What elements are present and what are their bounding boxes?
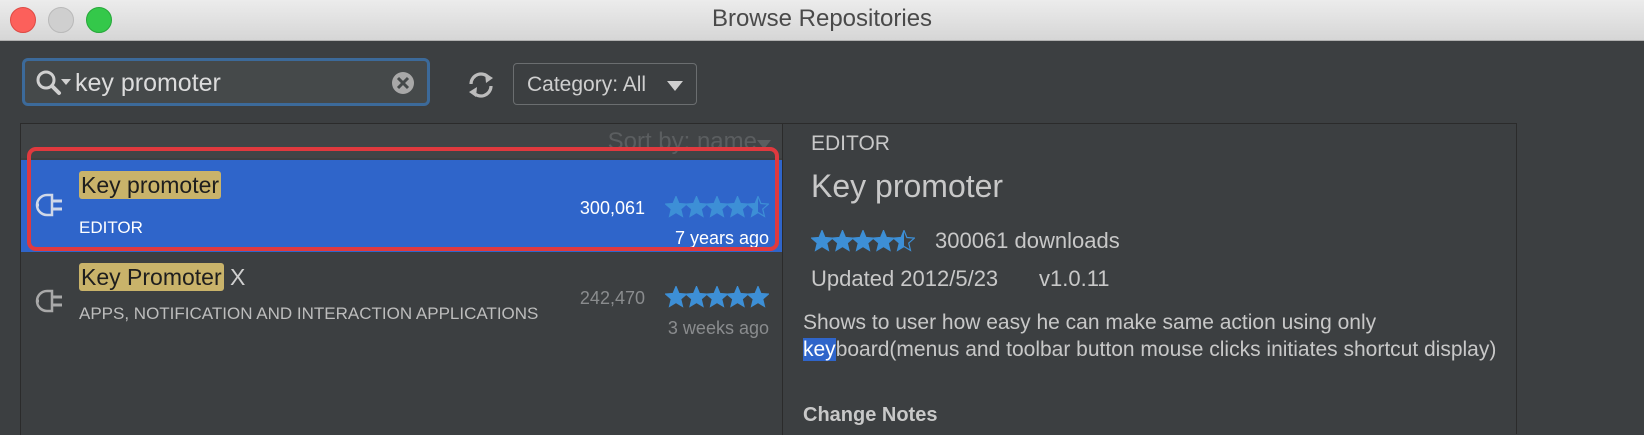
star-icon [832,230,853,251]
star-icon [706,286,728,307]
detail-version: v1.0.11 [1039,266,1110,291]
plugin-category: EDITOR [79,218,143,237]
plugin-icon [35,193,62,217]
search-input[interactable] [73,65,387,101]
plugin-name-rest: X [223,264,246,290]
last-updated: 7 years ago [674,228,769,248]
detail-plugin-name: Key promoter [811,168,1004,204]
plugin-name: Key Promoter X [79,263,246,291]
star-icon [727,196,748,217]
sort-by-label[interactable]: Sort by: name [608,128,757,156]
selected-text[interactable]: key [803,338,836,361]
download-count: 242,470 [579,288,645,308]
download-count: 300,061 [579,198,645,218]
last-updated: 3 weeks ago [667,318,769,338]
detail-updated-date: Updated 2012/5/23 [811,266,999,291]
category-dropdown[interactable]: Category: All [513,63,697,105]
star-icon [665,286,687,307]
detail-description[interactable]: Shows to user how easy he can make same … [803,309,1503,363]
detail-rating-stars [811,230,915,252]
description-line: Shows to user how easy he can make same … [803,311,1377,334]
plugin-list[interactable]: Sort by: name Key promoter EDITOR 300,06… [20,123,783,435]
search-match-highlight: Key Promoter [79,263,224,291]
sort-bar[interactable]: Sort by: name [21,124,783,158]
chevron-down-icon [667,81,683,91]
refresh-icon[interactable] [466,70,496,100]
list-item[interactable]: Key promoter EDITOR 300,061 7 years ago [21,160,783,252]
search-icon[interactable] [35,69,73,97]
plugin-icon [35,289,62,313]
star-icon [727,286,748,307]
star-icon [665,196,687,217]
category-dropdown-label: Category: All [527,73,647,96]
right-panel [1516,123,1644,434]
rating-stars [665,196,769,218]
star-icon [706,196,728,217]
search-match-highlight: Key promoter [79,171,222,199]
change-notes-heading: Change Notes [803,404,938,426]
plugin-category: APPS, NOTIFICATION AND INTERACTION APPLI… [79,304,539,323]
detail-downloads: 300061 downloads [935,228,1120,253]
rating-stars [665,286,769,308]
title-bar: Browse Repositories [0,0,1644,41]
star-icon [686,196,707,217]
clear-search-icon[interactable] [391,71,415,95]
plugin-details: EDITOR Key promoter 300061 downloads Upd… [782,123,1517,435]
star-icon [811,230,833,251]
detail-category: EDITOR [811,132,890,155]
description-rest: board(menus and toolbar button mouse cli… [835,338,1497,361]
plugin-name: Key promoter [79,171,222,199]
star-icon [852,230,874,251]
star-icon [686,286,707,307]
search-box[interactable] [22,58,430,106]
star-icon [873,230,894,251]
sort-chevron-down-icon [757,140,771,149]
list-item[interactable]: Key Promoter X APPS, NOTIFICATION AND IN… [21,256,783,348]
window-title: Browse Repositories [711,5,933,32]
star-icon [747,286,769,307]
